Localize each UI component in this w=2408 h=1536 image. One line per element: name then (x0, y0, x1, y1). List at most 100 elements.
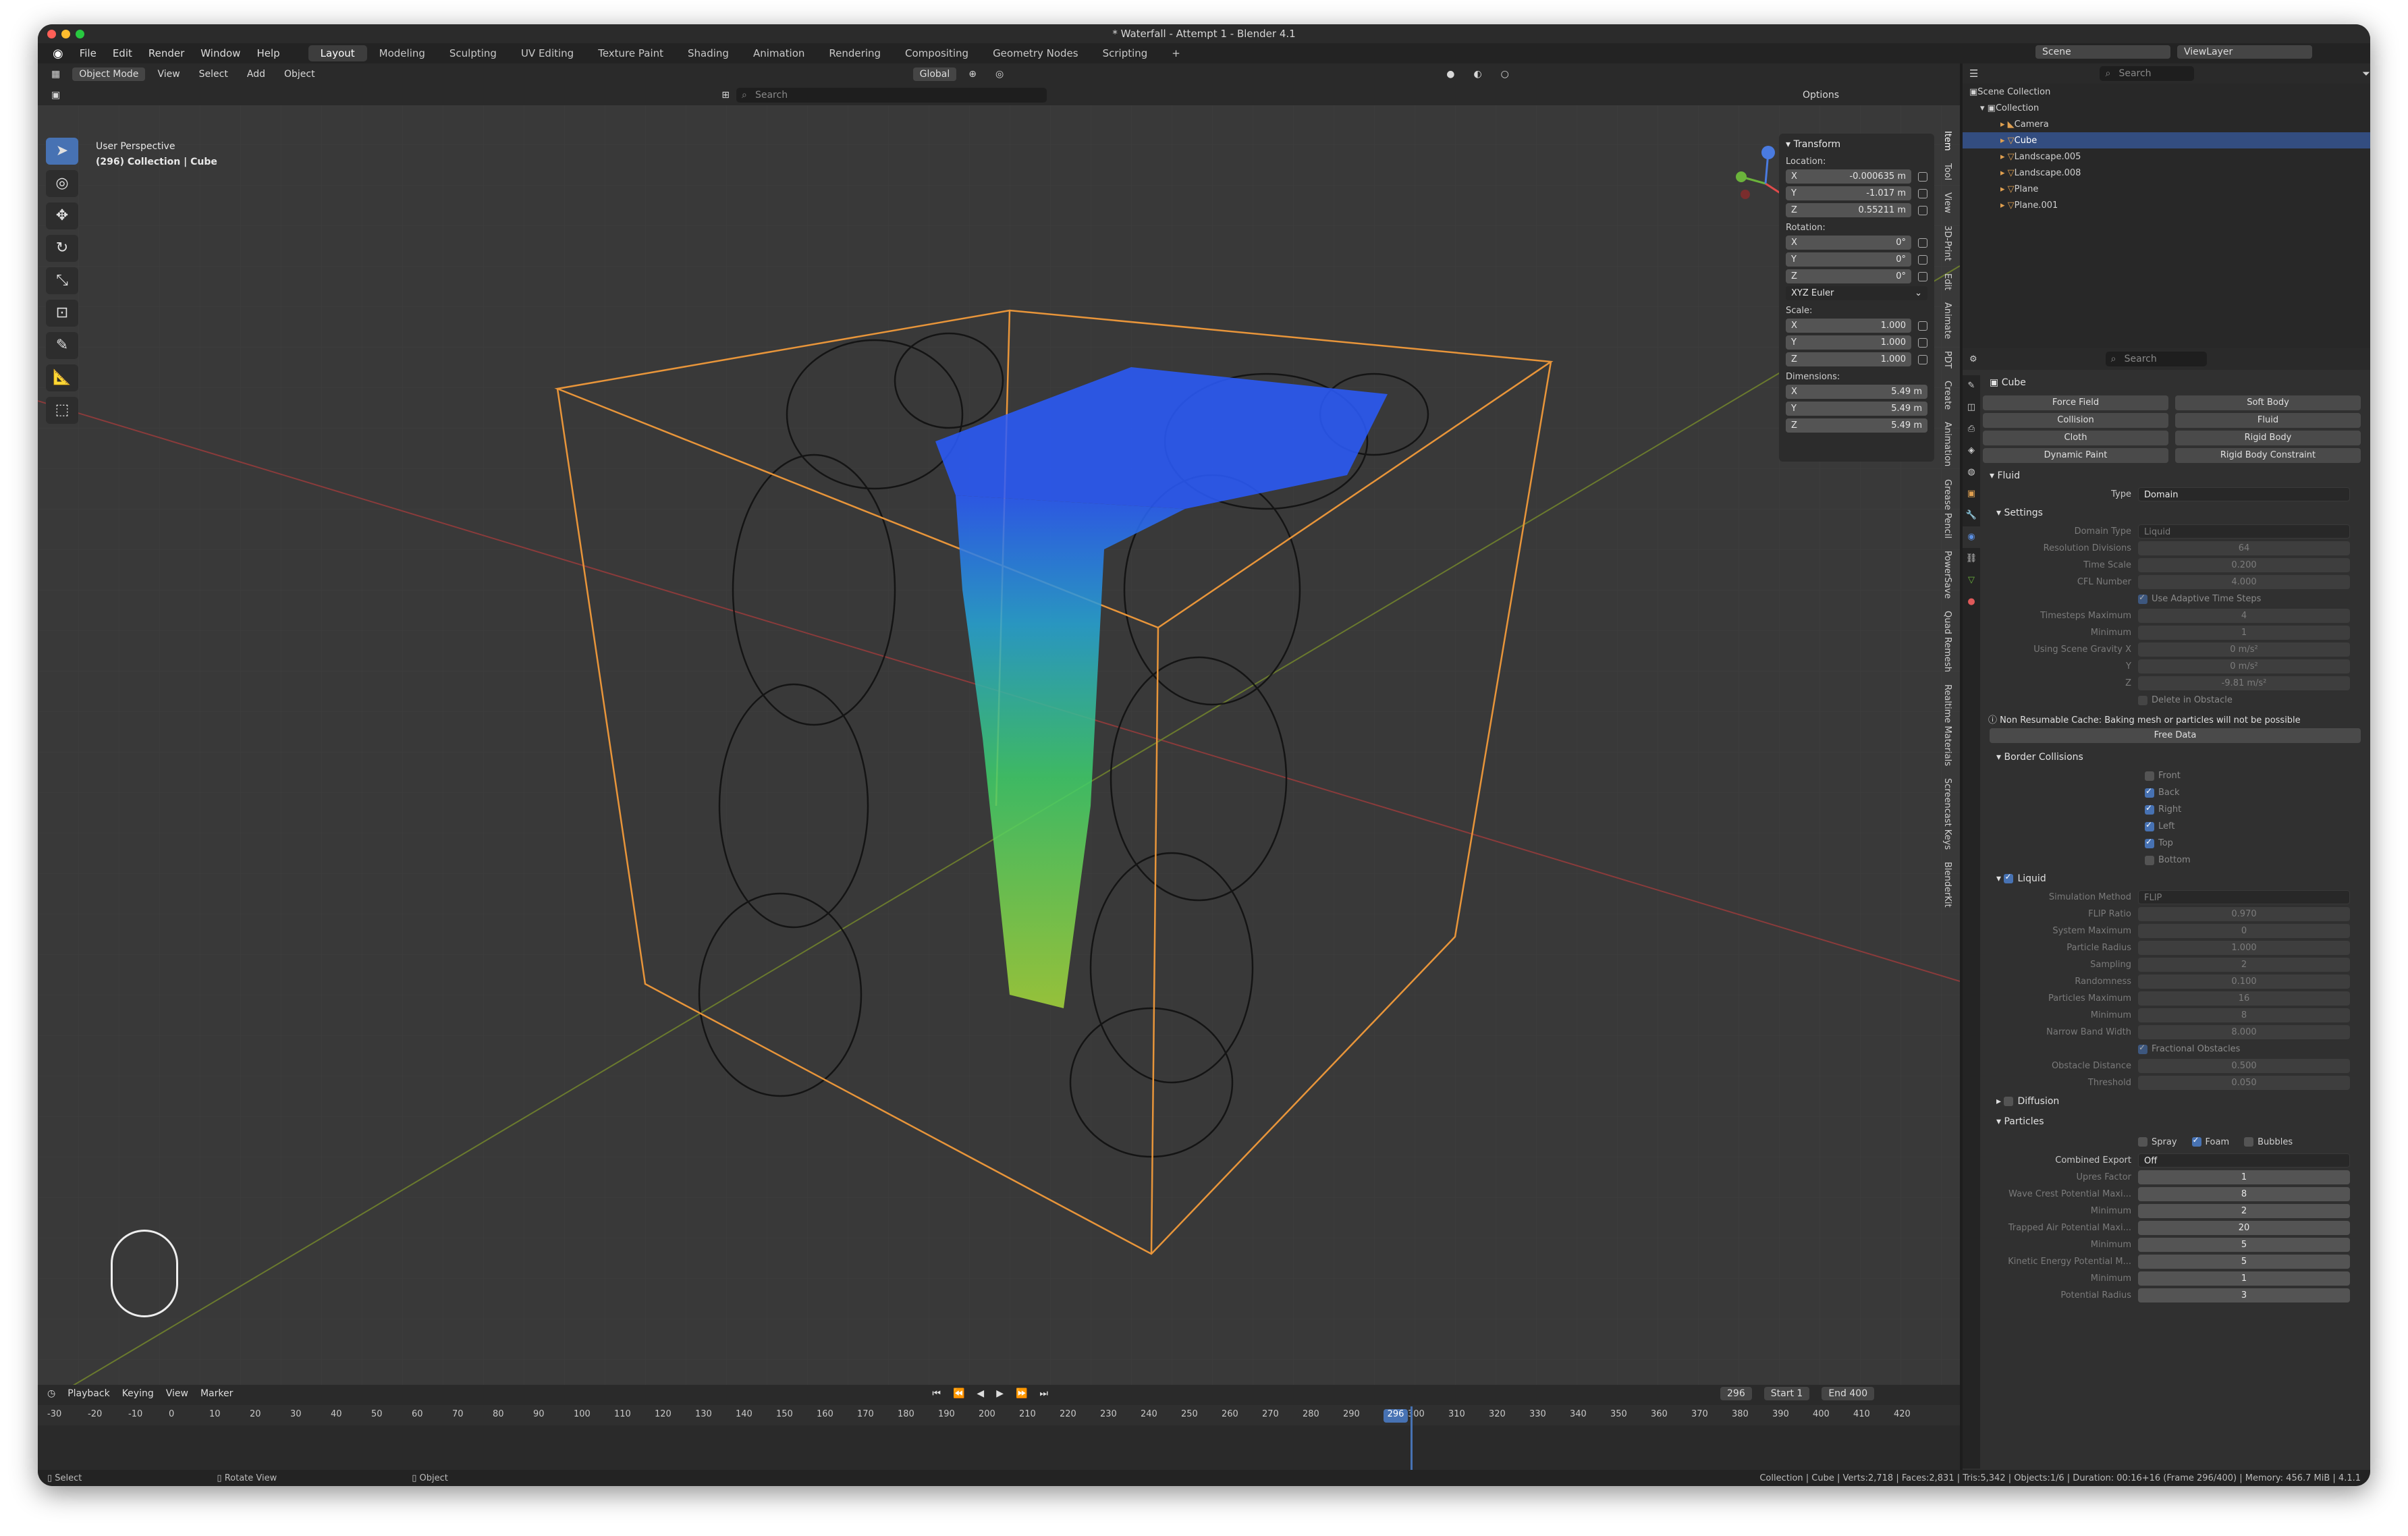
tab-edit[interactable]: Edit (1942, 273, 1952, 290)
location-x[interactable]: X -0.000635 m (1786, 168, 1927, 185)
viewport-shading-solid-icon[interactable]: ● (1440, 67, 1461, 81)
options-button[interactable]: Options (1796, 88, 1846, 102)
dimensions-y[interactable]: Y 5.49 m (1786, 400, 1927, 417)
tab-texture-paint[interactable]: Texture Paint (586, 45, 676, 61)
properties-editor[interactable]: ⚙ ⌕ Search ✎ ◫ ⎙ ◈ ◍ ▣ 🔧 ◉ ⛓ ▽ ● ▣ Cube … (1963, 348, 2370, 1470)
tab-animation[interactable]: Animation (1942, 422, 1952, 466)
tab-realtime-materials[interactable]: Realtime Materials (1942, 684, 1952, 766)
prop-value[interactable]: 5 (2138, 1255, 2350, 1269)
timeline[interactable]: ◷ Playback Keying View Marker ⏮ ⏪ ◀ ▶ ⏩ … (38, 1385, 1960, 1473)
prop-value[interactable]: Liquid (2138, 524, 2350, 539)
menu-view[interactable]: View (150, 67, 186, 81)
select-box-icon[interactable]: ▣ (45, 88, 67, 102)
3d-viewport[interactable]: ▦ Object Mode View Select Add Object Glo… (38, 63, 1960, 1385)
rotation-y[interactable]: Y 0° (1786, 251, 1927, 268)
collision-button[interactable]: Collision (1983, 413, 2168, 428)
menu-render[interactable]: Render (140, 47, 192, 59)
fluid-type-select[interactable]: Domain (2138, 487, 2350, 501)
menu-marker[interactable]: Marker (200, 1388, 233, 1399)
border-back[interactable]: Back (1983, 784, 2368, 801)
menu-object[interactable]: Object (277, 67, 322, 81)
start-frame-field[interactable]: Start 1 (1763, 1387, 1810, 1400)
lock-icon[interactable] (1918, 171, 1927, 182)
tab-layout[interactable]: Layout (308, 45, 367, 61)
scene-selector[interactable]: Scene (2035, 45, 2170, 59)
fluid-panel-header[interactable]: ▾ Fluid (1983, 466, 2368, 486)
annotate-tool-icon[interactable]: ✎ (46, 332, 78, 359)
properties-editor-icon[interactable]: ⚙ (1969, 354, 1977, 364)
rotate-tool-icon[interactable]: ↻ (46, 235, 78, 262)
menu-select[interactable]: Select (192, 67, 235, 81)
prop-value[interactable]: 8.000 (2138, 1025, 2350, 1039)
prop-checkbox[interactable]: Use Adaptive Time Steps (2138, 593, 2368, 604)
outliner-item-plane-001[interactable]: ▸ ▽ Plane.001 (1963, 197, 2370, 213)
tab-screencast-keys[interactable]: Screencast Keys (1942, 778, 1952, 850)
tab-shading[interactable]: Shading (676, 45, 741, 61)
menu-window[interactable]: Window (192, 47, 248, 59)
tool-props-icon[interactable]: ✎ (1963, 375, 1980, 397)
prop-value[interactable]: 4 (2138, 609, 2350, 623)
rigid-body-button[interactable]: Rigid Body (2175, 431, 2361, 445)
menu-help[interactable]: Help (248, 47, 288, 59)
diffusion-panel-header[interactable]: ▸ Diffusion (1983, 1091, 2368, 1112)
close-window-button[interactable] (47, 30, 56, 38)
viewlayer-selector[interactable]: ViewLayer (2177, 45, 2312, 59)
prop-value[interactable]: 2 (2138, 958, 2350, 972)
blender-logo-icon[interactable]: ◉ (45, 47, 72, 61)
liquid-panel-header[interactable]: ▾ Liquid (1983, 869, 2368, 889)
viewport-search[interactable]: ⌕ Search (736, 88, 1047, 103)
prop-value[interactable]: -9.81 m/s² (2138, 676, 2350, 690)
lock-icon[interactable] (1918, 254, 1927, 265)
outliner-scene-collection[interactable]: ▣ Scene Collection (1963, 84, 2370, 100)
prop-value[interactable]: 5 (2138, 1238, 2350, 1252)
outliner-item-camera[interactable]: ▸ ◣ Camera (1963, 116, 2370, 132)
prop-value[interactable]: 4.000 (2138, 575, 2350, 589)
editor-type-icon[interactable]: ▦ (45, 67, 67, 81)
lock-icon[interactable] (1918, 321, 1927, 331)
border-collisions-header[interactable]: ▾ Border Collisions (1983, 747, 2368, 767)
prop-value[interactable]: Off (2138, 1153, 2350, 1168)
prop-value[interactable]: FLIP (2138, 890, 2350, 904)
menu-playback[interactable]: Playback (67, 1388, 109, 1399)
rigid-body-constraint-button[interactable]: Rigid Body Constraint (2175, 448, 2361, 463)
particle-spray-toggle[interactable]: Spray (2138, 1137, 2177, 1147)
soft-body-button[interactable]: Soft Body (2175, 395, 2361, 410)
playhead[interactable] (1411, 1406, 1413, 1471)
prop-checkbox[interactable]: Delete in Obstacle (2138, 695, 2368, 705)
current-frame-field[interactable]: 296 (1720, 1387, 1752, 1400)
menu-edit[interactable]: Edit (105, 47, 140, 59)
maximize-window-button[interactable] (76, 30, 84, 38)
data-props-icon[interactable]: ▽ (1963, 570, 1980, 591)
scale-tool-icon[interactable]: ⤡ (46, 267, 78, 294)
physics-props-icon[interactable]: ◉ (1963, 526, 1980, 548)
prop-value[interactable]: 0.500 (2138, 1059, 2350, 1073)
border-right[interactable]: Right (1983, 801, 2368, 818)
tab-tool[interactable]: Tool (1942, 163, 1952, 180)
viewport-shading-rendered-icon[interactable]: ○ (1494, 67, 1516, 81)
move-tool-icon[interactable]: ✥ (46, 202, 78, 229)
tab-geometry-nodes[interactable]: Geometry Nodes (981, 45, 1091, 61)
outliner-item-plane[interactable]: ▸ ▽ Plane (1963, 181, 2370, 197)
tab-item[interactable]: Item (1942, 131, 1952, 151)
prop-value[interactable]: 8 (2138, 1187, 2350, 1201)
particles-panel-header[interactable]: ▾ Particles (1983, 1112, 2368, 1132)
mode-selector[interactable]: Object Mode (72, 67, 146, 81)
tab-animate[interactable]: Animate (1942, 302, 1952, 339)
clock-icon[interactable]: ◷ (47, 1388, 55, 1399)
prop-value[interactable]: 1 (2138, 1271, 2350, 1286)
outliner-editor-icon[interactable]: ☰ (1969, 67, 1978, 80)
lock-icon[interactable] (1918, 238, 1927, 248)
border-front[interactable]: Front (1983, 767, 2368, 784)
rotation-x[interactable]: X 0° (1786, 234, 1927, 251)
location-z[interactable]: Z 0.55211 m (1786, 202, 1927, 219)
menu-add[interactable]: Add (240, 67, 272, 81)
force-field-button[interactable]: Force Field (1983, 395, 2168, 410)
outliner-item-landscape-008[interactable]: ▸ ▽ Landscape.008 (1963, 165, 2370, 181)
scale-z[interactable]: Z 1.000 (1786, 351, 1927, 368)
menu-keying[interactable]: Keying (122, 1388, 154, 1399)
tab-quad-remesh[interactable]: Quad Remesh (1942, 611, 1952, 672)
tab-uv-editing[interactable]: UV Editing (509, 45, 586, 61)
prop-value[interactable]: 0.970 (2138, 907, 2350, 921)
properties-search[interactable]: ⌕ Search (2105, 352, 2207, 366)
prop-value[interactable]: 0.200 (2138, 558, 2350, 572)
